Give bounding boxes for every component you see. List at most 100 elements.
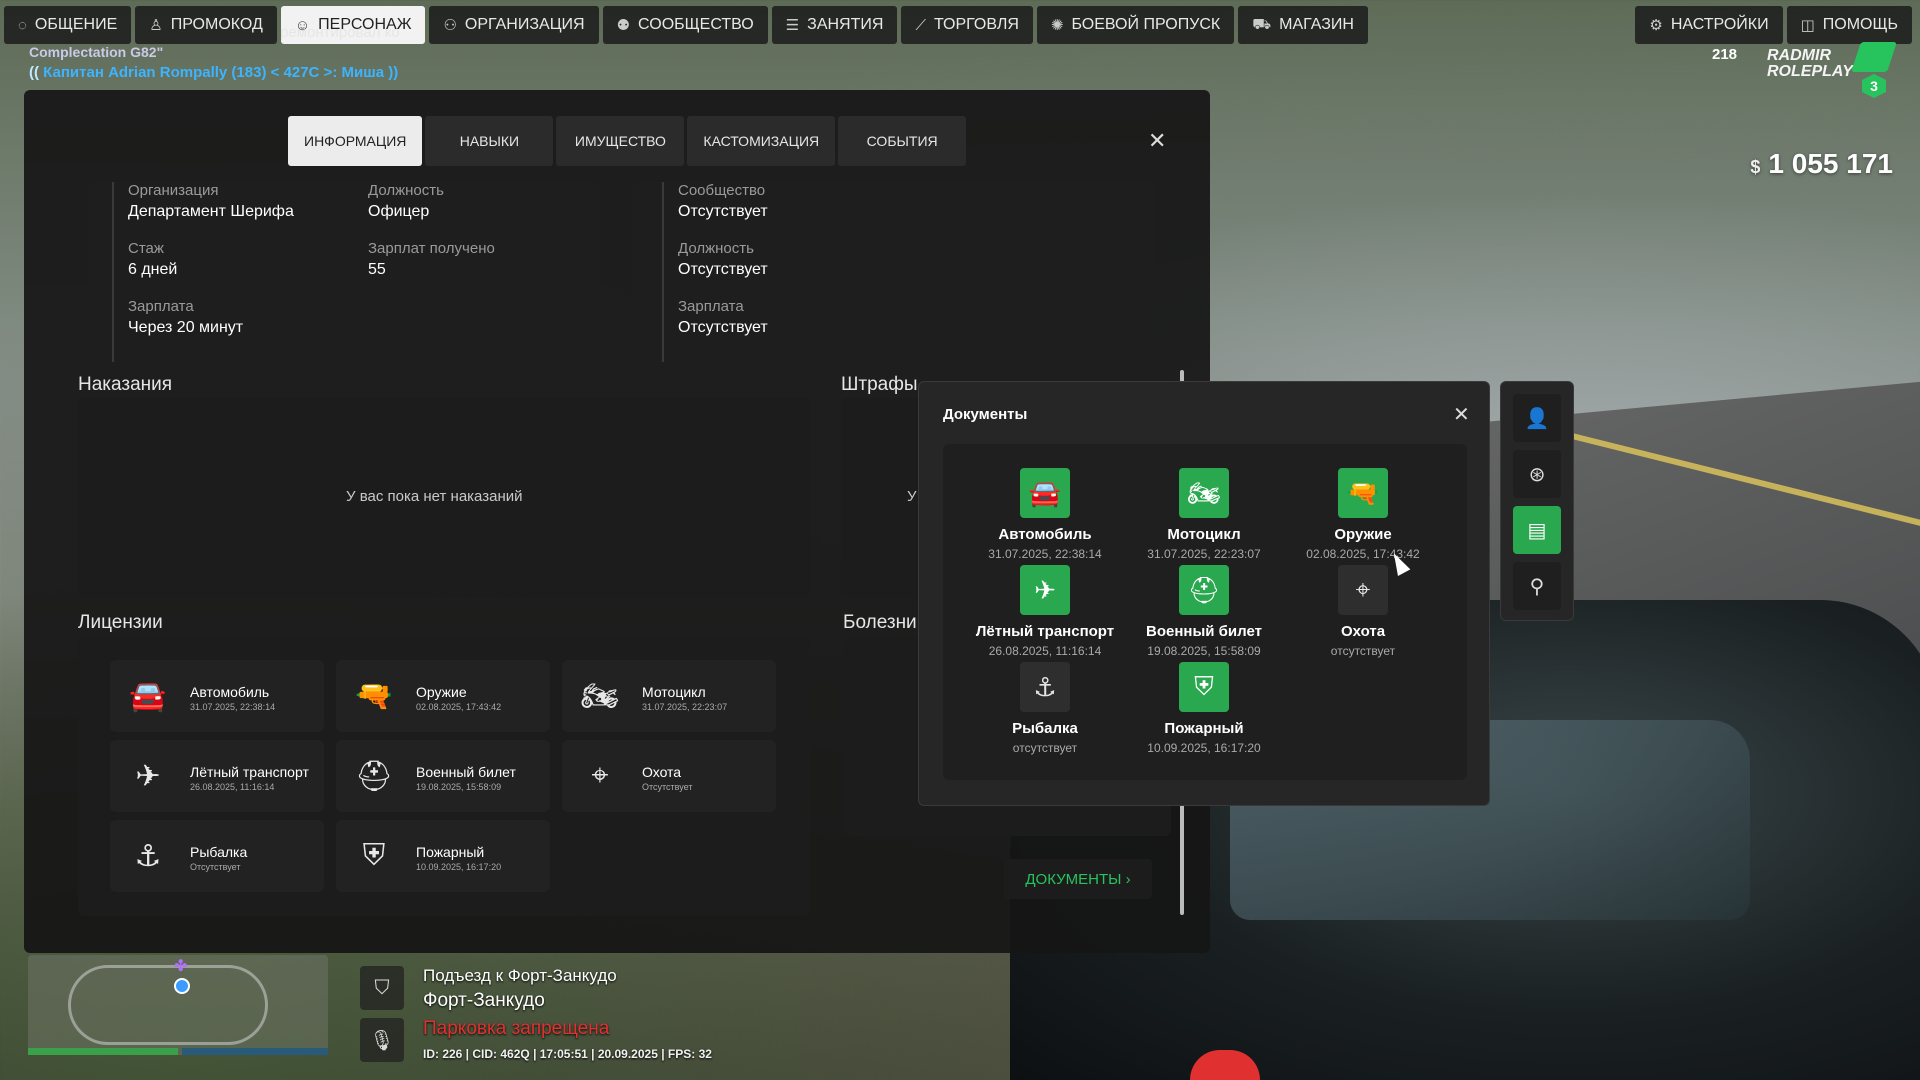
documents-title: Документы (943, 406, 1028, 423)
nav-help[interactable]: ◫ ПОМОЩЬ (1786, 6, 1912, 44)
field-value: Отсутствует (678, 261, 768, 278)
server-logo-icon (1851, 42, 1897, 72)
community-icon: ⚉ (616, 17, 631, 34)
field-value: Офицер (368, 203, 430, 220)
field-value: 55 (368, 261, 386, 278)
nav-promo[interactable]: ♙ ПРОМОКОД (135, 6, 277, 44)
tab-2[interactable]: ИМУЩЕСТВО (556, 116, 685, 166)
document-name: Лётный транспорт (975, 623, 1115, 640)
organization-icon: ⚇ (443, 17, 457, 34)
licenses-box: 🚘 Автомобиль 31.07.2025, 22:38:14 🔫 Оружие 02… (78, 636, 810, 916)
document-item[interactable]: 🔫 Оружие 02.08.2025, 17:43:42 (1283, 468, 1443, 561)
server-number-badge: 3 (1862, 74, 1886, 98)
helmet-icon: ⛑ (354, 759, 394, 793)
license-date: 26.08.2025, 11:16:14 (190, 782, 275, 792)
documents-side-rail: 👤 ⊛ ▤ ⚲ (1500, 381, 1574, 621)
license-card[interactable]: 🚘 Автомобиль 31.07.2025, 22:38:14 (110, 660, 324, 732)
area-name: Форт-Занкудо (423, 990, 545, 1011)
nav-label: НАСТРОЙКИ (1670, 16, 1769, 33)
nav-label: ТОРГОВЛЯ (933, 16, 1019, 33)
battlepass-icon: ✺ (1050, 17, 1064, 34)
plane-icon: ✈ (1020, 565, 1070, 615)
document-item[interactable]: 🏍 Мотоцикл 31.07.2025, 22:23:07 (1124, 468, 1284, 561)
license-name: Оружие (416, 684, 467, 700)
field-value: 6 дней (128, 261, 178, 278)
nav-community[interactable]: ⚉ СООБЩЕСТВО (602, 6, 768, 44)
tab-1[interactable]: НАВЫКИ (425, 116, 554, 166)
document-name: Рыбалка (1012, 720, 1078, 737)
nav-chat[interactable]: ◌ ОБЩЕНИЕ (4, 6, 132, 44)
documents-popup: Документы ✕ 🚘 Автомобиль 31.07.2025, 22:38… (918, 381, 1490, 806)
motorcycle-icon: 🏍 (1179, 468, 1229, 518)
license-card[interactable]: ⛨ Пожарный 10.09.2025, 16:17:20 (336, 820, 550, 892)
org-field: Организация Департамент Шерифа (128, 182, 294, 221)
license-card[interactable]: ✈ Лётный транспорт 26.08.2025, 11:16:14 (110, 740, 324, 812)
document-date: 31.07.2025, 22:23:07 (1147, 547, 1261, 561)
field-label: Организация (128, 182, 219, 199)
nav-activities[interactable]: ☰ ЗАНЯТИЯ (771, 6, 898, 44)
nav-gear[interactable]: ⚙ НАСТРОЙКИ (1635, 6, 1783, 44)
tab-4[interactable]: СОБЫТИЯ (838, 116, 967, 166)
document-name: Военный билет (1146, 623, 1262, 640)
document-date: 31.07.2025, 22:38:14 (988, 547, 1102, 561)
chat-line: Complectation G82" (29, 44, 164, 60)
document-item[interactable]: ✈ Лётный транспорт 26.08.2025, 11:16:14 (965, 565, 1125, 658)
parking-status: Парковка запрещена (423, 1018, 610, 1039)
nav-organization[interactable]: ⚇ ОРГАНИЗАЦИЯ (429, 6, 599, 44)
nav-label: ПРОМОКОД (170, 16, 263, 33)
field-value: Отсутствует (678, 203, 768, 220)
field-label: Зарплата (678, 298, 744, 315)
community-salary-field: Зарплата Отсутствует (678, 298, 768, 337)
person-icon[interactable]: 👤 (1513, 394, 1561, 442)
nav-label: ЗАНЯТИЯ (807, 16, 884, 33)
punishments-title: Наказания (78, 374, 173, 395)
steering-wheel-icon[interactable]: ⊛ (1513, 450, 1561, 498)
license-card[interactable]: ⚓ Рыбалка Отсутствует (110, 820, 324, 892)
fishing-icon: ⚓ (1020, 662, 1070, 712)
document-item[interactable]: ⚓ Рыбалка отсутствует (965, 662, 1125, 755)
license-date: Отсутствует (190, 862, 241, 872)
nav-label: БОЕВОЙ ПРОПУСК (1071, 16, 1221, 33)
document-item[interactable]: 🚘 Автомобиль 31.07.2025, 22:38:14 (965, 468, 1125, 561)
map-poi-icon: ✤ (174, 958, 188, 975)
license-card[interactable]: ⛑ Военный билет 19.08.2025, 15:58:09 (336, 740, 550, 812)
field-value: Отсутствует (678, 319, 768, 336)
license-name: Мотоцикл (642, 684, 706, 700)
nav-label: СООБЩЕСТВО (638, 16, 754, 33)
diseases-title: Болезни (843, 612, 917, 633)
character-tabs: ИНФОРМАЦИЯ НАВЫКИ ИМУЩЕСТВО КАСТОМИЗАЦИЯ СОБ… (288, 116, 967, 166)
promo-icon: ♙ (149, 17, 163, 34)
document-item[interactable]: ⛑ Военный билет 19.08.2025, 15:58:09 (1124, 565, 1284, 658)
fishing-icon: ⚓ (134, 839, 162, 873)
field-value: Через 20 минут (128, 319, 244, 336)
document-item[interactable]: ⛨ Пожарный 10.09.2025, 16:17:20 (1124, 662, 1284, 755)
tab-3[interactable]: КАСТОМИЗАЦИЯ (687, 116, 836, 166)
document-icon[interactable]: ▤ (1513, 506, 1561, 554)
nav-cart[interactable]: ⛟ МАГАЗИН (1238, 6, 1368, 44)
community-field: Сообщество Отсутствует (678, 182, 768, 221)
document-item[interactable]: ⌖ Охота отсутствует (1283, 565, 1443, 658)
chat-prefix: (( (29, 64, 39, 81)
documents-button[interactable]: ДОКУМЕНТЫ › (1004, 859, 1152, 899)
license-name: Пожарный (416, 844, 485, 860)
tab-0[interactable]: ИНФОРМАЦИЯ (288, 116, 423, 166)
license-card[interactable]: 🔫 Оружие 02.08.2025, 17:43:42 (336, 660, 550, 732)
close-icon[interactable]: ✕ (1453, 402, 1470, 427)
license-card[interactable]: 🏍 Мотоцикл 31.07.2025, 22:23:07 (562, 660, 776, 732)
search-settings-icon[interactable]: ⚲ (1513, 562, 1561, 610)
salary-field: Зарплата Через 20 минут (128, 298, 243, 337)
close-icon[interactable]: ✕ (1148, 128, 1166, 154)
document-date: отсутствует (1330, 644, 1396, 658)
document-date: 19.08.2025, 15:58:09 (1147, 644, 1261, 658)
money-display: $1 055 171 (1750, 148, 1893, 180)
license-card[interactable]: ⌖ Охота Отсутствует (562, 740, 776, 812)
nav-trade[interactable]: ⟋ ТОРГОВЛЯ (901, 6, 1033, 44)
punishments-empty-text: У вас пока нет наказаний (346, 488, 523, 505)
player-marker-icon (174, 978, 190, 994)
crosshair-icon: ⌖ (1338, 565, 1388, 615)
nav-battlepass[interactable]: ✺ БОЕВОЙ ПРОПУСК (1036, 6, 1235, 44)
license-date: 19.08.2025, 15:58:09 (416, 782, 502, 792)
firefighter-icon: ⛨ (1179, 662, 1229, 712)
chat-line: (( Капитан Adrian Rompally (183) < 427C … (29, 64, 398, 81)
